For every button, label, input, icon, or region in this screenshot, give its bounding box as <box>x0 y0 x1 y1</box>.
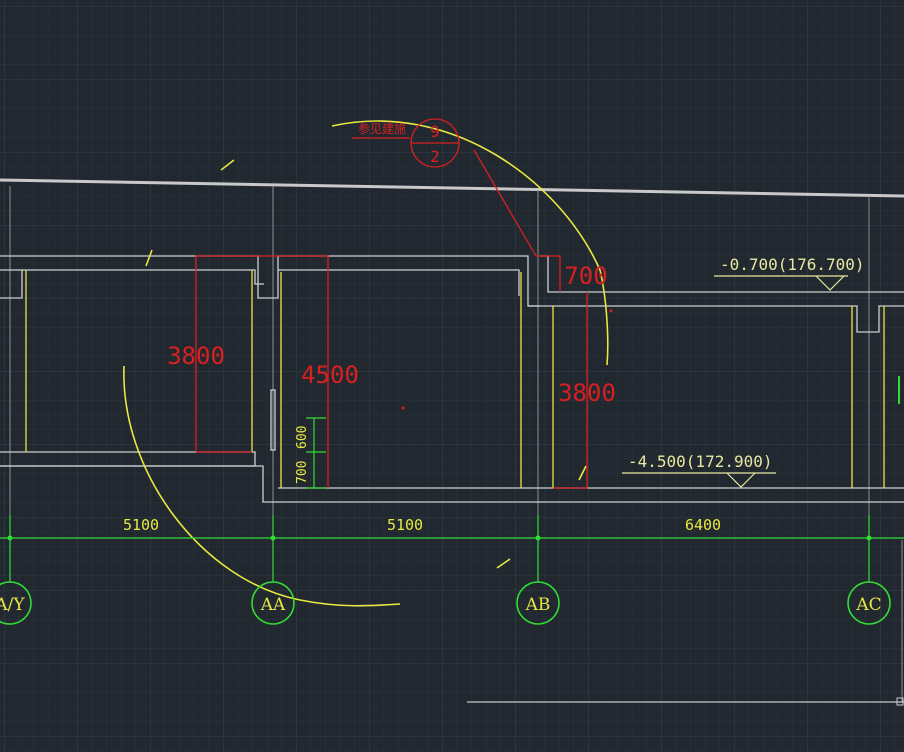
grid-major <box>0 0 904 752</box>
bay-dimension-node <box>535 535 541 541</box>
axis-label-ab: AB <box>525 595 551 615</box>
small-dim-lower-label: 700 <box>295 461 310 484</box>
right-pit-depth-label: 3800 <box>558 379 616 407</box>
left-pit-depth-label: 3800 <box>167 342 225 370</box>
bay-dimension-node <box>7 535 13 541</box>
axis-label-y: A/Y <box>0 595 25 615</box>
bay-dimension-label: 5100 <box>387 516 423 534</box>
bay-dimension-label: 6400 <box>685 516 721 534</box>
axis-label-aa: AA <box>260 595 286 615</box>
cad-drawing-canvas[interactable]: 参见建施 9 2 3800 4500 700 3800 600 700 -0.7… <box>0 0 904 752</box>
elevation-bottom-label: -4.500(172.900) <box>628 452 773 471</box>
elevation-top-label: -0.700(176.700) <box>720 255 865 274</box>
middle-pit-depth-label: 4500 <box>301 361 359 389</box>
right-step-depth-label: 700 <box>564 262 607 290</box>
detail-callout-note: 参见建施 <box>358 121 406 136</box>
bay-dimension-node <box>866 535 872 541</box>
bay-dimension-node <box>270 535 276 541</box>
bay-dimension-label: 5100 <box>123 516 159 534</box>
axis-label-ac: AC <box>855 595 881 615</box>
small-dim-upper-label: 600 <box>295 426 310 449</box>
marker-dot <box>609 309 613 313</box>
marker-dot <box>401 406 405 410</box>
sheet-number: 2 <box>430 147 440 166</box>
detail-number: 9 <box>430 122 440 141</box>
